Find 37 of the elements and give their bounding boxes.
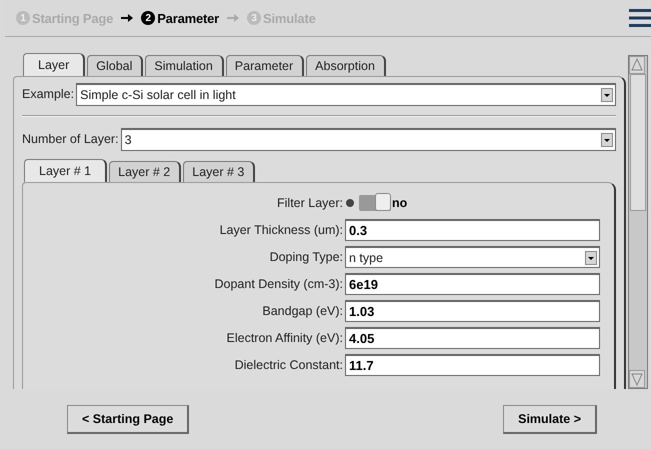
field-label: Doping Type: <box>268 250 344 264</box>
toggle-switch[interactable] <box>359 195 391 211</box>
field-label: Layer Thickness (um): <box>218 223 344 237</box>
menu-icon <box>629 7 651 29</box>
input-field[interactable]: 4.05 <box>345 327 600 349</box>
input-field[interactable]: 1.03 <box>345 300 600 322</box>
field-label: Bandgap (eV): <box>261 304 344 318</box>
tab[interactable]: Simulation <box>145 55 224 76</box>
layer-count-dropdown[interactable]: 3 <box>120 128 616 150</box>
arrow-icon <box>121 13 134 23</box>
tab[interactable]: Layer # 3 <box>183 161 256 182</box>
tab[interactable]: Parameter <box>226 55 304 76</box>
field-label: Electron Affinity (eV): <box>226 331 344 345</box>
example-dropdown[interactable]: Simple c-Si solar cell in light <box>76 82 616 106</box>
input-field[interactable]: 0.3 <box>345 219 600 241</box>
field-label: Dopant Density (cm-3): <box>213 277 344 291</box>
field-label: Filter Layer: <box>276 196 344 210</box>
field-label: Number of Layer: <box>22 132 119 146</box>
input-field[interactable]: 6e19 <box>345 273 600 295</box>
doping-dropdown[interactable]: n type <box>345 246 600 268</box>
scroll-down-icon <box>629 370 645 388</box>
field-label: Dielectric Constant: <box>234 358 344 372</box>
scroll-up-icon <box>629 56 645 74</box>
tab[interactable]: Layer # 1 <box>24 159 108 182</box>
step-number: 2 <box>141 11 156 25</box>
field-label: Example: <box>22 87 74 101</box>
arrow-icon <box>227 13 240 23</box>
tab[interactable]: Layer # 2 <box>109 161 182 182</box>
nav-button[interactable]: Simulate > <box>503 404 597 434</box>
input-field[interactable]: 11.7 <box>345 354 600 376</box>
tab[interactable]: Global <box>87 55 144 76</box>
tab[interactable]: Absorption <box>306 55 386 76</box>
toggle-value: no <box>392 196 408 210</box>
tab[interactable]: Layer <box>23 53 86 76</box>
step-label[interactable]: Parameter <box>157 10 220 26</box>
nav-button[interactable]: < Starting Page <box>67 404 190 434</box>
scrollbar[interactable] <box>628 55 648 389</box>
